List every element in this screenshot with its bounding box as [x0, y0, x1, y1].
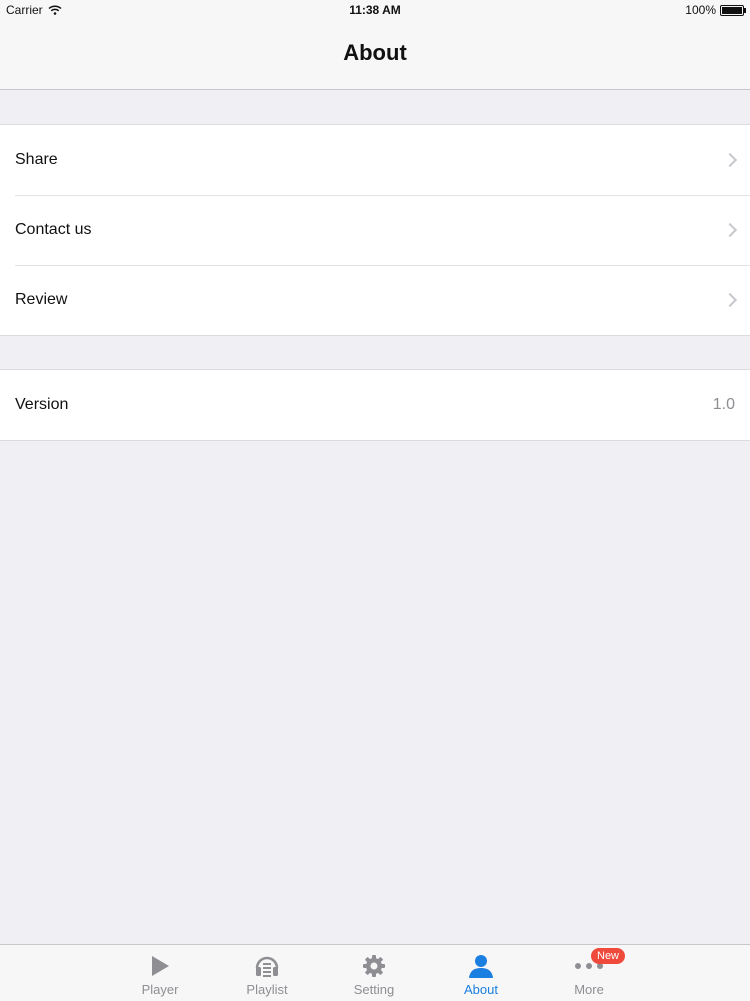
review-label: Review	[15, 291, 68, 308]
tab-setting-label: Setting	[353, 982, 395, 997]
version-group: Version 1.0	[0, 369, 750, 441]
version-row: Version 1.0	[0, 370, 750, 440]
person-icon	[469, 955, 493, 978]
battery-icon	[720, 4, 746, 16]
share-row[interactable]: Share	[0, 125, 750, 195]
battery-percent: 100%	[685, 3, 716, 17]
tab-playlist-label: Playlist	[246, 982, 288, 997]
playlist-icon	[255, 956, 279, 977]
version-label: Version	[15, 396, 69, 413]
tab-more[interactable]: More New	[539, 945, 639, 1001]
page-title: About	[343, 40, 407, 65]
tab-playlist[interactable]: Playlist	[217, 945, 317, 1001]
chevron-right-icon	[722, 292, 738, 308]
contact-us-label: Contact us	[15, 221, 92, 238]
status-time: 11:38 AM	[349, 3, 401, 17]
contact-us-row[interactable]: Contact us	[0, 195, 750, 265]
about-options-group: Share Contact us Review	[0, 124, 750, 336]
new-badge: New	[591, 948, 626, 964]
tab-player[interactable]: Player	[110, 945, 210, 1001]
tab-player-label: Player	[141, 982, 179, 997]
play-icon	[152, 956, 169, 976]
tab-bar: Player Playlist Setting About More New	[0, 944, 750, 1001]
tab-about[interactable]: About	[431, 945, 531, 1001]
gear-icon	[363, 955, 385, 977]
review-row[interactable]: Review	[0, 265, 750, 335]
chevron-right-icon	[722, 222, 738, 238]
tab-setting[interactable]: Setting	[324, 945, 424, 1001]
tab-more-label: More	[574, 982, 604, 997]
version-value: 1.0	[712, 396, 735, 413]
status-bar: Carrier 11:38 AM 100%	[0, 0, 750, 20]
share-label: Share	[15, 151, 58, 168]
status-right: 100%	[685, 3, 746, 17]
chevron-right-icon	[722, 152, 738, 168]
battery-fill	[722, 6, 742, 14]
navigation-bar: About	[0, 20, 750, 90]
tab-about-label: About	[464, 982, 498, 997]
